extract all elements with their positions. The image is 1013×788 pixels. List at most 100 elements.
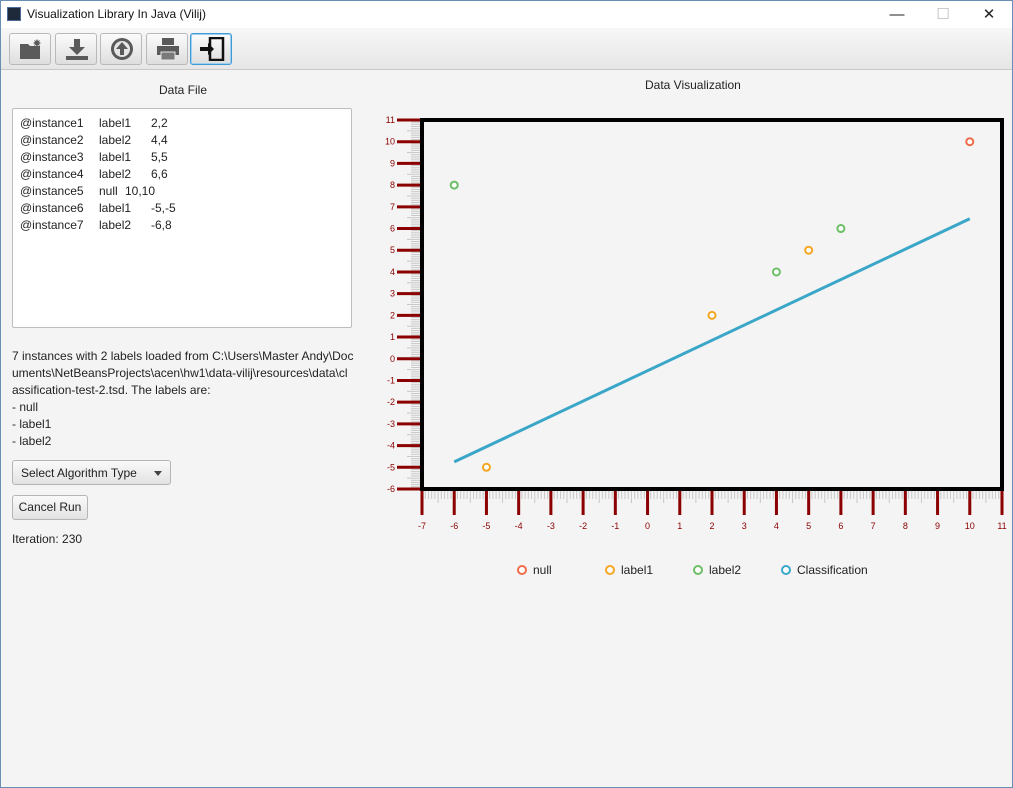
y-tick-label: 7 (390, 202, 395, 212)
x-tick-label: 4 (774, 521, 779, 531)
info-line: - label2 (12, 434, 52, 448)
x-tick-label: 6 (838, 521, 843, 531)
instance-id: @instance4 (20, 167, 84, 181)
legend-label: label1 (621, 563, 654, 577)
plot-border (420, 118, 1004, 491)
instance-label: label1 (99, 201, 132, 215)
new-button[interactable] (9, 33, 51, 65)
x-tick-label: -4 (515, 521, 523, 531)
load-button[interactable] (100, 33, 142, 65)
instance-value: 10,10 (125, 184, 156, 198)
close-button[interactable]: ✕ (966, 1, 1012, 28)
data-point-label2 (449, 180, 459, 190)
instance-label: label2 (99, 167, 132, 181)
instance-id: @instance6 (20, 201, 84, 215)
app-icon (7, 7, 21, 21)
x-tick-label: -5 (482, 521, 490, 531)
y-tick-label: -2 (387, 397, 395, 407)
iteration-label: Iteration: 230 (12, 532, 83, 546)
y-tick-label: 5 (390, 245, 395, 255)
y-tick-label: -5 (387, 462, 395, 472)
x-tick-label: -6 (450, 521, 458, 531)
save-button[interactable] (55, 33, 97, 65)
legend-label: null (533, 563, 552, 577)
scatter-chart: -6-5-4-3-2-101234567891011-7 -6 -5 -4 -3 -2 -1… (385, 115, 1007, 531)
legend-marker (517, 565, 527, 575)
instance-value: 5,5 (151, 150, 168, 164)
info-text: 7 instances with 2 labels loaded from C:… (12, 348, 354, 450)
chart-title: Data Visualization (645, 78, 741, 92)
exit-button[interactable] (190, 33, 232, 65)
print-icon (157, 38, 179, 61)
y-tick-label: -1 (387, 375, 395, 385)
x-tick-label: 8 (903, 521, 908, 531)
legend-item: Classification (781, 563, 868, 577)
x-tick-label: -3 (547, 521, 555, 531)
window-title: Visualization Library In Java (Vilij) (27, 7, 206, 21)
data-textarea[interactable]: @instance1 label1 2,2 @instance2 label2 4,4 @i… (12, 108, 352, 328)
algorithm-type-label: Select Algorithm Type (21, 466, 137, 480)
classification-line (453, 217, 971, 464)
data-row: @instance5 null 10,10 (20, 183, 344, 200)
print-button[interactable] (146, 33, 188, 65)
x-tick-label: 10 (965, 521, 975, 531)
cancel-run-button[interactable]: Cancel Run (12, 495, 88, 520)
instance-value: -6,8 (151, 218, 172, 232)
algorithm-type-select[interactable]: Select Algorithm Type (12, 460, 171, 485)
chevron-down-icon (154, 471, 162, 476)
data-row: @instance7 label2 -6,8 (20, 217, 344, 234)
data-point-label2 (836, 224, 846, 234)
instance-id: @instance1 (20, 116, 84, 130)
legend-item: null (517, 563, 552, 577)
data-point-label1 (804, 245, 814, 255)
x-tick-label: 2 (709, 521, 714, 531)
data-row: @instance2 label2 4,4 (20, 132, 344, 149)
exit-icon (200, 37, 225, 61)
data-point-null (965, 137, 975, 147)
y-tick-label: 9 (390, 158, 395, 168)
x-tick-label: 9 (935, 521, 940, 531)
data-row: @instance4 label2 6,6 (20, 166, 344, 183)
data-point-label2 (771, 267, 781, 277)
y-tick-label: 10 (385, 137, 395, 147)
x-tick-label: 11 (997, 521, 1006, 531)
legend-label: Classification (797, 563, 868, 577)
data-point-label1 (481, 462, 491, 472)
y-tick-label: 0 (390, 354, 395, 364)
y-tick-label: -3 (387, 419, 395, 429)
x-tick-label: 1 (677, 521, 682, 531)
x-tick-label: -1 (611, 521, 619, 531)
instance-value: 2,2 (151, 116, 168, 130)
data-file-title: Data File (159, 83, 208, 97)
new-icon (20, 39, 41, 59)
x-tick-label: 3 (742, 521, 747, 531)
legend-marker (605, 565, 615, 575)
y-tick-label: 1 (390, 332, 395, 342)
maximize-button[interactable]: ☐ (920, 1, 966, 28)
data-point-label1 (707, 310, 717, 320)
instance-value: -5,-5 (151, 201, 176, 215)
y-tick-label: -6 (387, 484, 395, 494)
x-tick-label: 7 (871, 521, 876, 531)
y-tick-label: 8 (390, 180, 395, 190)
minimize-button[interactable]: — (874, 1, 920, 28)
title-bar: Visualization Library In Java (Vilij) — … (1, 1, 1012, 28)
legend-marker (781, 565, 791, 575)
save-icon (66, 39, 88, 60)
y-tick-label: 4 (390, 267, 395, 277)
legend-label: label2 (709, 563, 742, 577)
instance-label: label2 (99, 133, 132, 147)
instance-label: label1 (99, 150, 132, 164)
y-tick-label: 2 (390, 310, 395, 320)
y-tick-label: 11 (386, 115, 395, 125)
instance-label: null (99, 184, 118, 198)
legend-item: label1 (605, 563, 653, 577)
instance-id: @instance5 (20, 184, 84, 198)
info-line: - null (12, 400, 39, 414)
instance-id: @instance2 (20, 133, 84, 147)
instance-id: @instance7 (20, 218, 84, 232)
info-line: 7 instances with 2 labels loaded from C:… (12, 349, 354, 397)
y-tick-label: 6 (390, 224, 395, 234)
data-row: @instance3 label1 5,5 (20, 149, 344, 166)
y-tick-label: -4 (387, 441, 395, 451)
